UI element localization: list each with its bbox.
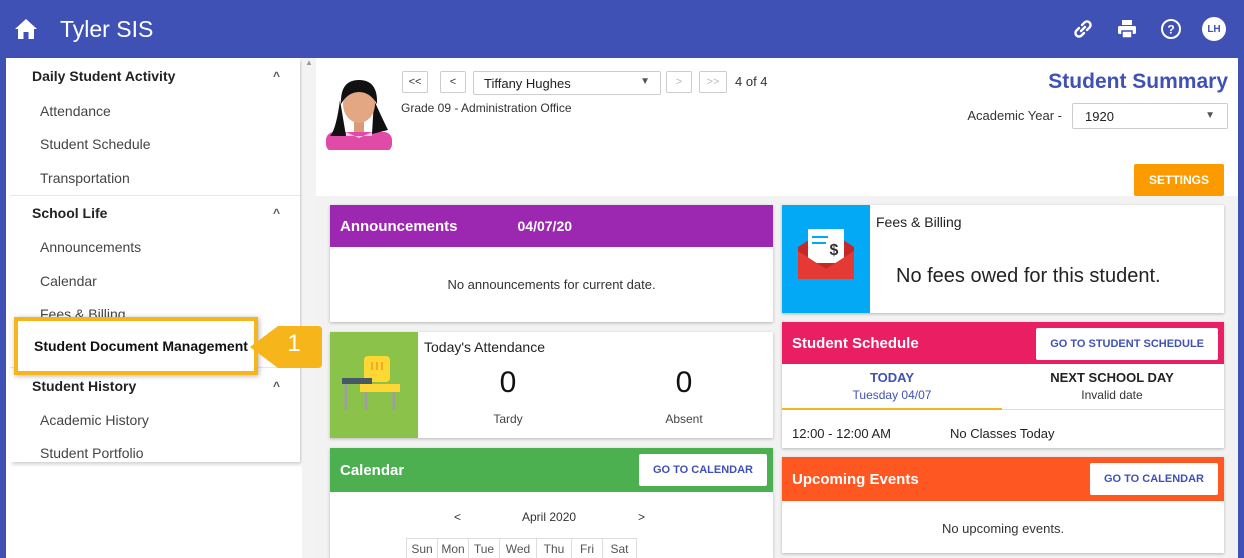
dropdown-arrow-icon: ▼ xyxy=(1205,110,1215,121)
app-title: Tyler SIS xyxy=(60,15,154,42)
calendar-month: April 2020 xyxy=(522,510,577,524)
next-student-button[interactable]: > xyxy=(666,71,692,93)
student-select[interactable]: Tiffany Hughes ▼ xyxy=(473,71,661,95)
schedule-card: Student Schedule GO TO STUDENT SCHEDULE … xyxy=(782,322,1224,448)
absent-count: 0 xyxy=(675,366,693,399)
tab-next-label: NEXT SCHOOL DAY xyxy=(1050,370,1174,385)
card-title: Student Schedule xyxy=(792,334,919,352)
section-title: Daily Student Activity xyxy=(32,68,176,84)
first-student-button[interactable]: << xyxy=(402,71,428,93)
envelope-bill-icon: $ xyxy=(798,229,854,279)
sidebar-item-student-document-management[interactable]: Student Document Management xyxy=(14,317,258,375)
calendar-header: Calendar GO TO CALENDAR xyxy=(330,448,773,492)
desk-chair-icon xyxy=(342,356,400,410)
section-title: Student History xyxy=(32,377,137,394)
tardy-label: Tardy xyxy=(493,412,523,426)
calendar-prev-button[interactable]: < xyxy=(454,510,461,524)
settings-button[interactable]: SETTINGS xyxy=(1134,164,1224,196)
card-title: Upcoming Events xyxy=(792,470,919,488)
weekday-label: Mon xyxy=(438,539,469,558)
sidebar-nav: Daily Student Activity ^ Attendance Stud… xyxy=(10,58,300,462)
weekday-label: Fri xyxy=(572,539,603,558)
announcements-header: Announcements 04/07/20 xyxy=(330,205,773,247)
sidebar-item-student-portfolio[interactable]: Student Portfolio xyxy=(10,437,300,471)
announcements-date: 04/07/20 xyxy=(517,218,573,234)
tardy-count: 0 xyxy=(499,366,517,399)
events-header: Upcoming Events GO TO CALENDAR xyxy=(782,457,1224,501)
card-title: Fees & Billing xyxy=(876,214,962,230)
absent-label: Absent xyxy=(665,412,703,426)
tab-today-label: TODAY xyxy=(869,370,915,385)
sidebar-item-academic-history[interactable]: Academic History xyxy=(10,403,300,437)
student-grade: Grade 09 - Administration Office xyxy=(401,101,572,115)
help-icon[interactable]: ? xyxy=(1158,16,1184,42)
student-header: << < Tiffany Hughes ▼ > >> 4 of 4 Grade … xyxy=(316,58,1238,196)
dropdown-arrow-icon: ▼ xyxy=(640,76,650,87)
attendance-card: Today's Attendance 0 Tardy 0 Absent xyxy=(330,332,773,438)
user-avatar[interactable]: LH xyxy=(1202,17,1226,41)
section-title: School Life xyxy=(32,205,108,221)
schedule-time: 12:00 - 12:00 AM xyxy=(792,426,892,441)
weekday-label: Sun xyxy=(407,539,438,558)
sidebar-section-school-life[interactable]: School Life ^ xyxy=(10,194,300,231)
academic-year-label: Academic Year - xyxy=(967,108,1062,123)
calendar-card: Calendar GO TO CALENDAR < April 2020 > S… xyxy=(330,448,773,558)
schedule-header: Student Schedule GO TO STUDENT SCHEDULE xyxy=(782,322,1224,364)
svg-text:?: ? xyxy=(1167,23,1174,37)
schedule-class: No Classes Today xyxy=(950,426,1055,441)
tab-next-date: Invalid date xyxy=(1081,388,1143,402)
sidebar-item-announcements[interactable]: Announcements xyxy=(10,231,300,265)
academic-year-value: 1920 xyxy=(1085,108,1114,124)
chevron-up-icon[interactable]: ^ xyxy=(273,379,280,393)
previous-student-button[interactable]: < xyxy=(440,71,466,93)
weekday-label: Wed xyxy=(500,539,537,558)
sidebar-scrollbar[interactable]: ▲ xyxy=(302,58,316,558)
chevron-up-icon[interactable]: ^ xyxy=(273,69,280,83)
announcements-empty-text: No announcements for current date. xyxy=(447,277,656,292)
chevron-up-icon[interactable]: ^ xyxy=(273,206,280,220)
sidebar-item-attendance[interactable]: Attendance xyxy=(10,94,300,128)
go-to-calendar-button[interactable]: GO TO CALENDAR xyxy=(638,454,767,486)
card-title: Today's Attendance xyxy=(424,339,545,355)
calendar-weekday-row: Sun Mon Tue Wed Thu Fri Sat xyxy=(406,538,637,558)
print-icon[interactable] xyxy=(1114,16,1140,42)
sidebar-item-calendar[interactable]: Calendar xyxy=(10,264,300,298)
link-icon[interactable] xyxy=(1070,16,1096,42)
schedule-tabs: TODAY Tuesday 04/07 NEXT SCHOOL DAY Inva… xyxy=(782,364,1224,410)
home-icon[interactable] xyxy=(12,15,40,43)
fees-card: $ Fees & Billing No fees owed for this s… xyxy=(782,205,1224,313)
go-to-student-schedule-button[interactable]: GO TO STUDENT SCHEDULE xyxy=(1036,328,1218,360)
upcoming-events-card: Upcoming Events GO TO CALENDAR No upcomi… xyxy=(782,457,1224,553)
sidebar-section-daily-activity[interactable]: Daily Student Activity ^ xyxy=(10,58,300,94)
calendar-next-button[interactable]: > xyxy=(638,510,645,524)
student-count: 4 of 4 xyxy=(735,74,768,89)
page-title: Student Summary xyxy=(1048,70,1228,93)
sidebar-item-transportation[interactable]: Transportation xyxy=(10,161,300,195)
weekday-label: Tue xyxy=(469,539,500,558)
weekday-label: Sat xyxy=(610,542,629,556)
tab-today[interactable]: TODAY Tuesday 04/07 xyxy=(782,364,1002,410)
sidebar-item-student-schedule[interactable]: Student Schedule xyxy=(10,128,300,162)
events-empty-text: No upcoming events. xyxy=(941,521,1065,536)
go-to-calendar-button[interactable]: GO TO CALENDAR xyxy=(1089,463,1218,495)
weekday-label: Thu xyxy=(537,539,572,558)
scroll-up-icon[interactable]: ▲ xyxy=(302,58,316,72)
attendance-icon-panel xyxy=(330,332,418,438)
callout-number: 1 xyxy=(287,330,301,357)
student-name: Tiffany Hughes xyxy=(484,75,571,91)
last-student-button[interactable]: >> xyxy=(699,71,727,93)
announcements-card: Announcements 04/07/20 No announcements … xyxy=(330,205,773,322)
tab-next-school-day[interactable]: NEXT SCHOOL DAY Invalid date xyxy=(1002,364,1222,402)
tab-today-date: Tuesday 04/07 xyxy=(852,388,932,402)
svg-text:$: $ xyxy=(830,242,839,259)
student-portrait xyxy=(326,80,392,150)
top-bar: Tyler SIS ? LH xyxy=(0,0,1244,58)
card-title: Announcements xyxy=(340,217,458,235)
fees-icon-panel: $ xyxy=(782,205,870,313)
card-title: Calendar xyxy=(340,461,405,479)
academic-year-select[interactable]: 1920 ▼ xyxy=(1072,103,1228,129)
fees-message: No fees owed for this student. xyxy=(896,265,1161,287)
